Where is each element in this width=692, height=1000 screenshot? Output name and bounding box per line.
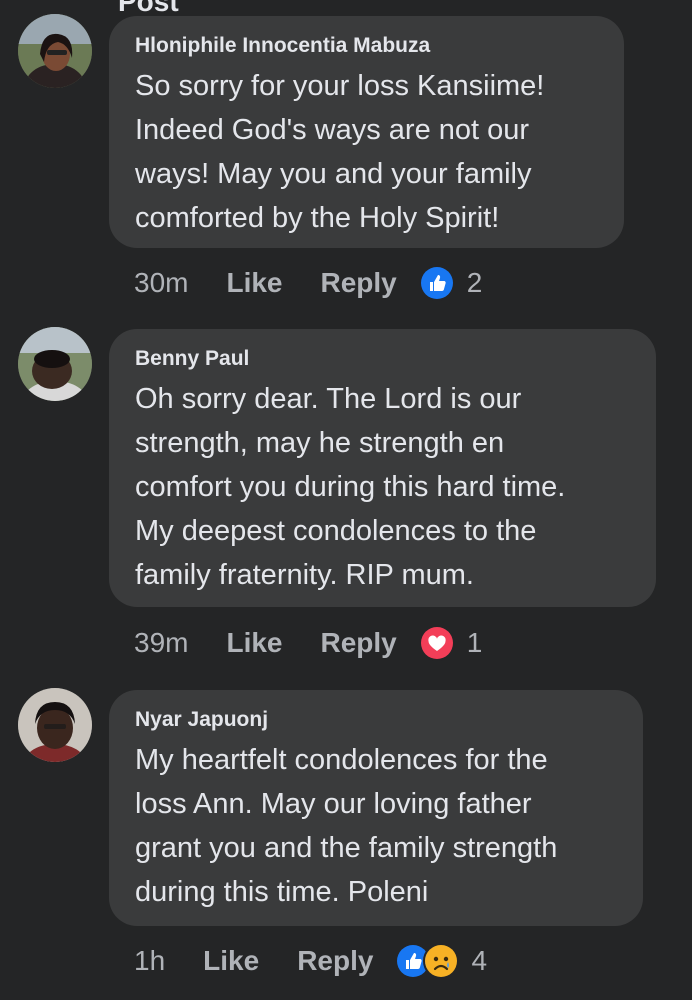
comment-actions: 1h Like Reply 4 xyxy=(134,941,487,981)
comment-time[interactable]: 39m xyxy=(134,627,188,659)
comment-text: So sorry for your loss Kansiime! Indeed … xyxy=(135,70,545,234)
reactions-summary[interactable]: 2 xyxy=(418,265,483,301)
comment-author[interactable]: Benny Paul xyxy=(135,345,630,373)
comment-time[interactable]: 1h xyxy=(134,945,165,977)
comment-time[interactable]: 30m xyxy=(134,267,188,299)
reply-button[interactable]: Reply xyxy=(321,267,397,299)
reply-button[interactable]: Reply xyxy=(297,945,373,977)
reply-button[interactable]: Reply xyxy=(321,627,397,659)
comment-actions: 30m Like Reply 2 xyxy=(134,263,482,303)
reaction-count: 1 xyxy=(466,627,483,658)
comment-actions: 39m Like Reply 1 xyxy=(134,623,482,663)
sad-icon xyxy=(423,943,460,979)
reactions-summary[interactable]: 4 xyxy=(395,943,487,979)
comment-bubble: Benny Paul Oh sorry dear. The Lord is ou… xyxy=(109,329,656,607)
reaction-count: 2 xyxy=(466,267,483,298)
like-button[interactable]: Like xyxy=(203,945,259,977)
reaction-count: 4 xyxy=(471,945,488,976)
like-button[interactable]: Like xyxy=(226,627,282,659)
like-icon xyxy=(418,265,455,301)
like-button[interactable]: Like xyxy=(226,267,282,299)
comment-text: Oh sorry dear. The Lord is our strength,… xyxy=(135,383,566,591)
comment-bubble: Hloniphile Innocentia Mabuza So sorry fo… xyxy=(109,16,624,248)
comment-author[interactable]: Nyar Japuonj xyxy=(135,706,617,734)
comment-text: My heartfelt condolences for the loss An… xyxy=(135,744,558,908)
comments-page: Post Hloniphile Innocentia Mabuza So sor… xyxy=(0,0,692,1000)
comment-bubble: Nyar Japuonj My heartfelt condolences fo… xyxy=(109,690,643,926)
love-icon xyxy=(418,625,455,661)
avatar[interactable] xyxy=(18,327,92,401)
avatar[interactable] xyxy=(18,14,92,88)
reactions-summary[interactable]: 1 xyxy=(418,625,483,661)
comment-author[interactable]: Hloniphile Innocentia Mabuza xyxy=(135,32,598,60)
avatar[interactable] xyxy=(18,688,92,762)
